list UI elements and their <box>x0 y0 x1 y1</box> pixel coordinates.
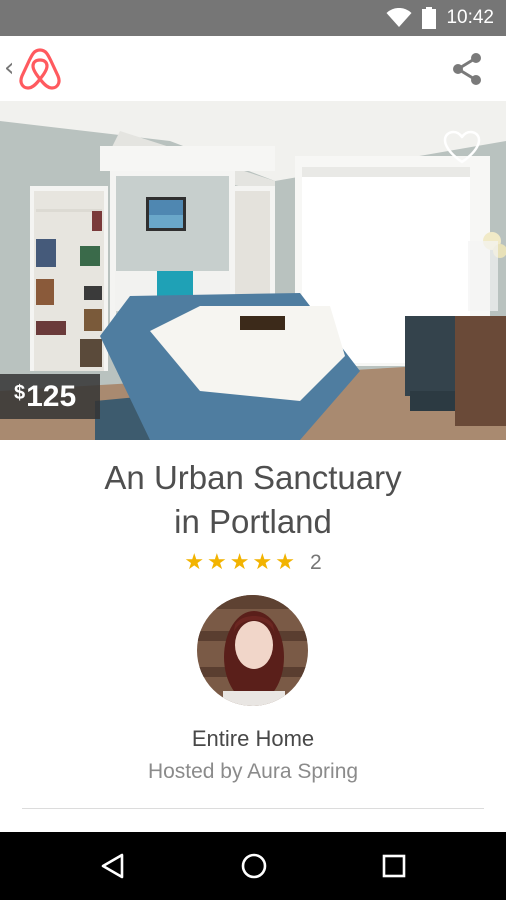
status-time: 10:42 <box>446 7 494 28</box>
star-icon: ★ <box>207 550 227 575</box>
home-circle-icon[interactable] <box>240 852 268 880</box>
battery-icon <box>422 7 437 29</box>
navigation-bar <box>0 832 506 900</box>
chevron-left-icon[interactable]: ‹ <box>4 53 14 83</box>
listing-title: An Urban Sanctuary in Portland <box>0 456 506 544</box>
price-badge: $ 125 <box>0 374 101 419</box>
listing-title-line1: An Urban Sanctuary <box>104 459 402 496</box>
recents-square-icon[interactable] <box>381 852 407 880</box>
star-icon: ★ <box>275 550 295 575</box>
airbnb-logo[interactable] <box>17 46 63 92</box>
status-bar: 10:42 <box>0 0 506 36</box>
toolbar: ‹ <box>0 36 506 102</box>
listing-photo[interactable]: $ 125 <box>0 101 506 440</box>
rating[interactable]: ★ ★ ★ ★ ★ 2 <box>0 550 506 576</box>
host-name[interactable]: Hosted by Aura Spring <box>0 760 506 784</box>
wifi-icon <box>386 8 412 27</box>
divider <box>22 808 484 809</box>
host-avatar[interactable] <box>197 595 308 706</box>
room-type: Entire Home <box>191 726 315 751</box>
star-icon: ★ <box>252 550 273 575</box>
price-currency: $ <box>14 382 26 404</box>
review-count: 2 <box>309 551 322 574</box>
price-amount: 125 <box>26 379 77 413</box>
share-icon[interactable] <box>450 52 484 86</box>
star-icon: ★ <box>229 550 250 575</box>
back-triangle-icon[interactable] <box>100 852 126 880</box>
star-icon: ★ <box>184 550 205 575</box>
heart-icon[interactable] <box>442 129 482 165</box>
listing-title-line2: in Portland <box>174 503 332 540</box>
